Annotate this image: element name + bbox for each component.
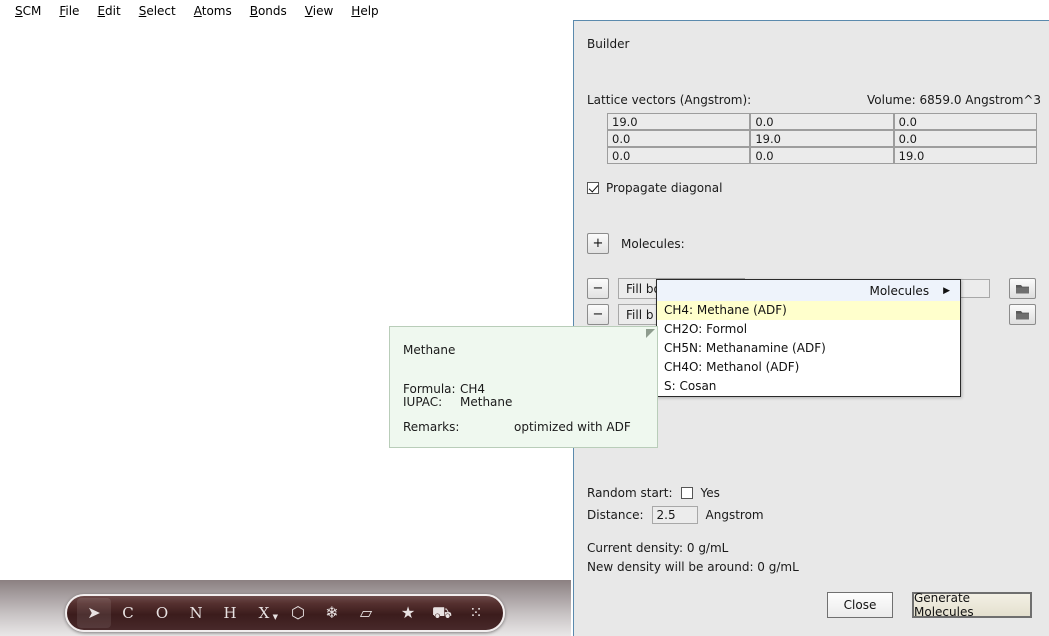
current-density-label: Current density: 0 g/mL bbox=[587, 541, 729, 555]
remove-molecule-button-2[interactable]: − bbox=[587, 304, 609, 325]
lattice-cell-1-0[interactable]: 0.0 bbox=[608, 131, 751, 147]
plane-tool-icon[interactable]: ▱ bbox=[349, 598, 383, 628]
lattice-cell-2-0[interactable]: 0.0 bbox=[608, 148, 751, 164]
menu-label-rest: elp bbox=[360, 4, 379, 18]
menu-label-rest: elect bbox=[146, 4, 176, 18]
add-molecule-button[interactable]: + bbox=[587, 233, 609, 254]
lattice-cell-0-2[interactable]: 0.0 bbox=[894, 114, 1037, 130]
close-button[interactable]: Close bbox=[827, 592, 893, 618]
menu-bar: SCM File Edit Select Atoms Bonds View Help bbox=[0, 0, 1049, 22]
menu-item-edit[interactable]: Edit bbox=[88, 2, 129, 20]
menu-item-scm[interactable]: SCM bbox=[6, 2, 50, 20]
propagate-diagonal-row[interactable]: Propagate diagonal bbox=[587, 181, 722, 195]
lattice-vectors-label: Lattice vectors (Angstrom): bbox=[587, 93, 752, 107]
menu-item-bonds[interactable]: Bonds bbox=[241, 2, 296, 20]
menu-label-rest: CM bbox=[22, 4, 42, 18]
chevron-right-icon: ▶ bbox=[943, 285, 950, 296]
panel-title: Builder bbox=[587, 37, 630, 51]
distance-row: Distance: 2.5 Angstrom bbox=[587, 506, 764, 524]
random-start-label: Random start: bbox=[587, 486, 673, 500]
unit-cell-tool-icon[interactable]: ⛟ bbox=[425, 598, 459, 628]
tooltip-formula-key: Formula: bbox=[403, 382, 456, 396]
lattice-cell-0-0[interactable]: 19.0 bbox=[608, 114, 751, 130]
menu-item-atoms[interactable]: Atoms bbox=[185, 2, 241, 20]
propagate-diagonal-checkbox[interactable] bbox=[587, 182, 599, 194]
molecules-tool-icon[interactable]: ⁙ bbox=[459, 598, 493, 628]
menu-item-view[interactable]: View bbox=[296, 2, 342, 20]
menu-mnemonic: E bbox=[97, 4, 106, 18]
distance-input[interactable]: 2.5 bbox=[651, 506, 698, 524]
menu-mnemonic: V bbox=[304, 4, 313, 18]
new-density-label: New density will be around: 0 g/mL bbox=[587, 560, 799, 574]
crystal-tool-icon[interactable]: ❄ bbox=[315, 598, 349, 628]
menu-label-rest: onds bbox=[257, 4, 287, 18]
random-start-checkbox[interactable] bbox=[680, 487, 693, 499]
tooltip-corner-icon bbox=[646, 329, 655, 338]
propagate-diagonal-label: Propagate diagonal bbox=[606, 181, 723, 195]
menu-item-help[interactable]: Help bbox=[342, 2, 387, 20]
nitrogen-tool-icon[interactable]: N bbox=[179, 598, 213, 628]
lattice-cell-0-1[interactable]: 0.0 bbox=[751, 114, 894, 130]
favorites-tool-icon[interactable]: ★ bbox=[391, 598, 425, 628]
oxygen-tool-icon[interactable]: O bbox=[145, 598, 179, 628]
lattice-vectors-grid[interactable]: 19.0 0.0 0.0 0.0 19.0 0.0 0.0 0.0 19.0 bbox=[607, 113, 1037, 164]
menu-mnemonic: S bbox=[15, 4, 23, 18]
menu-mnemonic: H bbox=[351, 4, 361, 18]
random-start-row: Random start: Yes bbox=[587, 486, 720, 500]
lattice-cell-2-1[interactable]: 0.0 bbox=[751, 148, 894, 164]
menu-label-rest: ile bbox=[65, 4, 80, 18]
tooltip-remarks-key: Remarks: bbox=[403, 420, 460, 434]
remove-molecule-button-1[interactable]: − bbox=[587, 278, 609, 299]
molecule-menu-options: CH4: Methane (ADF) CH2O: Formol CH5N: Meth… bbox=[657, 301, 960, 396]
tooltip-remarks-value: optimized with ADF bbox=[514, 420, 631, 434]
distance-label: Distance: bbox=[587, 508, 644, 522]
molecule-menu-item-3[interactable]: CH4O: Methanol (ADF) bbox=[657, 358, 960, 377]
chevron-down-icon-element[interactable]: ▼ bbox=[273, 614, 278, 621]
menu-label-rest: toms bbox=[201, 4, 232, 18]
molecule-tooltip: Methane Formula: CH4 IUPAC: Methane Rema… bbox=[389, 326, 658, 448]
random-start-yes-label: Yes bbox=[700, 486, 720, 500]
lattice-cell-1-2[interactable]: 0.0 bbox=[894, 131, 1037, 147]
molecule-menu-item-1[interactable]: CH2O: Formol bbox=[657, 320, 960, 339]
tooltip-formula-value: CH4 bbox=[460, 382, 486, 396]
tooltip-title: Methane bbox=[403, 343, 456, 357]
molecule-menu-item-4[interactable]: S: Cosan bbox=[657, 377, 960, 396]
tooltip-iupac-value: Methane bbox=[460, 395, 513, 409]
molecule-dropdown-menu[interactable]: Molecules ▶ CH4: Methane (ADF) CH2O: Form… bbox=[656, 279, 961, 397]
browse-molecule-button-2[interactable] bbox=[1009, 304, 1036, 325]
volume-label: Volume: 6859.0 Angstrom^3 bbox=[867, 93, 1042, 107]
other-element-tool-icon[interactable]: X ▼ bbox=[247, 598, 281, 628]
molecule-menu-header[interactable]: Molecules ▶ bbox=[657, 280, 960, 301]
folder-icon-2 bbox=[1016, 310, 1029, 319]
menu-item-select[interactable]: Select bbox=[130, 2, 185, 20]
molecules-label: Molecules: bbox=[621, 236, 685, 251]
menu-mnemonic: A bbox=[193, 4, 202, 18]
menu-label-rest: dit bbox=[105, 4, 121, 18]
molecule-menu-header-label: Molecules bbox=[869, 283, 930, 298]
ring-tool-icon[interactable]: ⬡ bbox=[281, 598, 315, 628]
select-cursor-tool-icon[interactable]: ➤ bbox=[77, 598, 111, 628]
generate-molecules-button[interactable]: Generate Molecules bbox=[912, 591, 1032, 619]
carbon-tool-icon[interactable]: C bbox=[111, 598, 145, 628]
lattice-cell-2-2[interactable]: 19.0 bbox=[894, 148, 1037, 164]
browse-molecule-button-1[interactable] bbox=[1009, 278, 1036, 299]
menu-item-file[interactable]: File bbox=[50, 2, 88, 20]
menu-label-rest: iew bbox=[312, 4, 334, 18]
molecule-menu-item-2[interactable]: CH5N: Methanamine (ADF) bbox=[657, 339, 960, 358]
molecules-header-row: + Molecules: bbox=[587, 233, 685, 254]
distance-unit-label: Angstrom bbox=[705, 508, 764, 522]
tooltip-iupac-key: IUPAC: bbox=[403, 395, 443, 409]
menu-mnemonic: B bbox=[249, 4, 258, 18]
molecule-menu-item-0[interactable]: CH4: Methane (ADF) bbox=[657, 301, 960, 320]
lattice-cell-1-1[interactable]: 19.0 bbox=[751, 131, 894, 147]
atom-toolbar[interactable]: ➤ C O N H X ▼ ⬡ ❄ ▱ ★ ⛟ ⁙ bbox=[65, 594, 505, 632]
folder-icon-1 bbox=[1016, 284, 1029, 293]
hydrogen-tool-icon[interactable]: H bbox=[213, 598, 247, 628]
